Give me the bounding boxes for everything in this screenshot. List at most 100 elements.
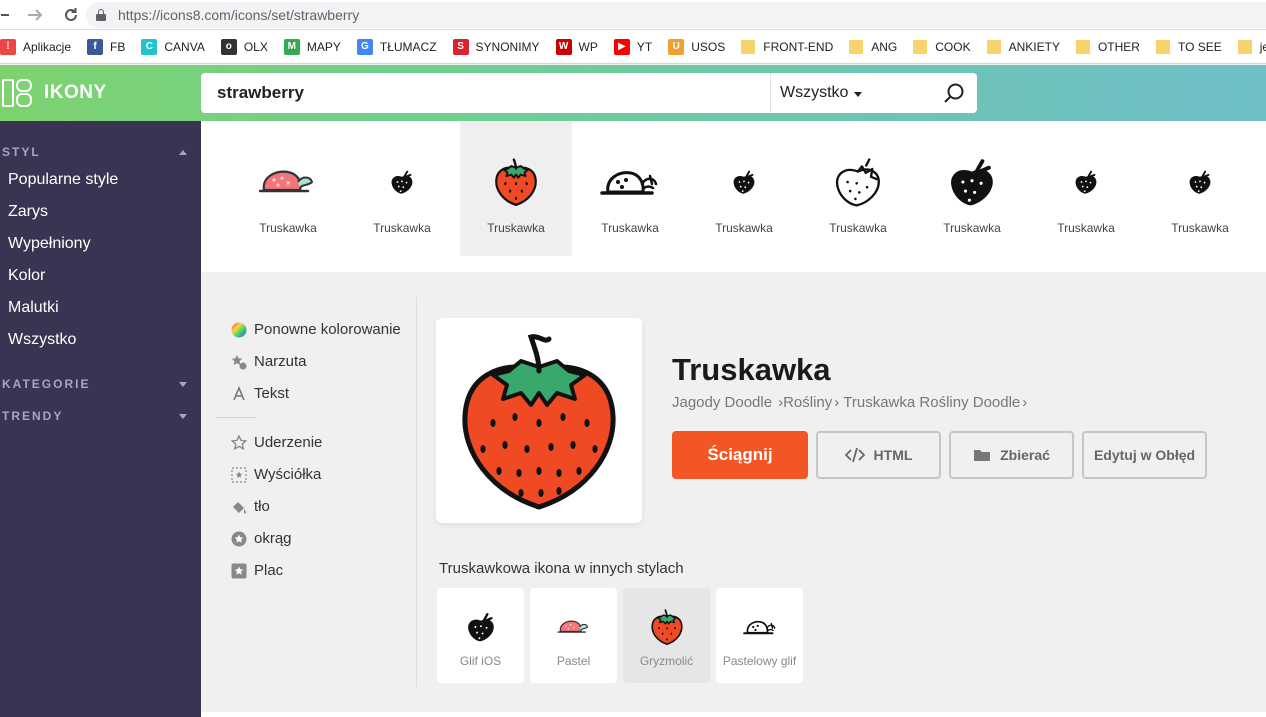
- html-button[interactable]: HTML: [816, 431, 941, 479]
- icon-result-glyph-small[interactable]: Truskawka: [1030, 121, 1142, 256]
- facebook-icon: f: [87, 38, 104, 55]
- icon-result-outline[interactable]: Truskawka: [802, 121, 914, 256]
- style-card-pastel[interactable]: Pastel: [530, 588, 617, 683]
- tool-label: Narzuta: [254, 353, 307, 370]
- sidebar-item[interactable]: Wypełniony: [0, 228, 201, 260]
- style-card-label: Glif iOS: [459, 654, 502, 668]
- bookmark-label: WP: [578, 39, 598, 54]
- other-styles-title: Truskawkowa ikona w innych stylach: [439, 560, 684, 577]
- folder-icon: [913, 39, 928, 54]
- search-input[interactable]: [201, 73, 770, 113]
- sidebar-section-styl[interactable]: STYL: [0, 142, 201, 162]
- sidebar-section-kategorie[interactable]: KATEGORIE: [0, 374, 201, 394]
- icon-result-glyph-small[interactable]: Truskawka: [346, 121, 458, 256]
- tool-color-wheel[interactable]: Ponowne kolorowanie: [231, 321, 401, 338]
- bookmark-other[interactable]: OTHER: [1075, 39, 1140, 54]
- bookmark-to-see[interactable]: TO SEE: [1155, 39, 1222, 54]
- icon-detail-panel: Ponowne kolorowanie Narzuta Tekst Uderzenie…: [201, 272, 1266, 712]
- icon-title: Truskawka: [672, 352, 831, 387]
- bookmark-olx[interactable]: o OLX: [220, 38, 268, 55]
- tool-paint-bucket[interactable]: tło: [231, 498, 270, 515]
- canva-icon: C: [141, 38, 158, 55]
- sidebar-section-label: TRENDY: [2, 409, 64, 423]
- back-icon[interactable]: [0, 0, 14, 30]
- edit-button[interactable]: Edytuj w Obłęd: [1082, 431, 1207, 479]
- tool-label: tło: [254, 498, 270, 515]
- tools-divider: [216, 417, 256, 418]
- sidebar-item[interactable]: Malutki: [0, 292, 201, 324]
- icon-result-doodle[interactable]: Truskawka: [460, 121, 572, 256]
- style-card-pastel-glyph[interactable]: Pastelowy glif: [716, 588, 803, 683]
- breadcrumb-link[interactable]: Truskawka Rośliny Doodle: [843, 394, 1020, 411]
- icon-result-glyph-small[interactable]: Truskawka: [1144, 121, 1256, 256]
- logo[interactable]: IKONY: [0, 65, 201, 121]
- bookmark-cook[interactable]: COOK: [913, 39, 971, 54]
- olx-icon: o: [220, 38, 237, 55]
- tool-label: okrąg: [254, 530, 292, 547]
- filter-select[interactable]: Wszystko: [771, 73, 931, 113]
- bookmark-label: TŁUMACZ: [379, 39, 437, 54]
- bookmark-fb[interactable]: f FB: [87, 38, 125, 55]
- browser-address-bar: https://icons8.com/icons/set/strawberry: [0, 0, 1266, 30]
- icon-result-label: Truskawka: [829, 221, 887, 235]
- bookmark-wp[interactable]: W WP: [555, 38, 598, 55]
- sidebar-item[interactable]: Kolor: [0, 260, 201, 292]
- breadcrumb-link[interactable]: Jagody Doodle: [672, 394, 772, 411]
- bookmark-synonimy[interactable]: S SYNONIMY: [452, 38, 540, 55]
- sidebar-section-trendy[interactable]: TRENDY: [0, 406, 201, 426]
- collect-button[interactable]: Zbierać: [949, 431, 1074, 479]
- bookmark-yt[interactable]: ▶ YT: [613, 38, 653, 55]
- breadcrumb-link[interactable]: Rośliny: [783, 394, 832, 411]
- bookmark-ankiety[interactable]: ANKIETY: [986, 39, 1060, 54]
- icon-result-glyph-large[interactable]: Truskawka: [916, 121, 1028, 256]
- sidebar-item[interactable]: Wszystko: [0, 324, 201, 356]
- tool-text[interactable]: Tekst: [231, 385, 289, 402]
- download-button[interactable]: Ściągnij: [672, 431, 808, 479]
- bookmark-aplikacje[interactable]: ⁞ Aplikacje: [0, 38, 71, 55]
- tool-overlay[interactable]: Narzuta: [231, 353, 307, 370]
- strawberry-icon: [389, 145, 415, 219]
- bookmark-label: YT: [636, 39, 653, 54]
- strawberry-icon: [600, 145, 660, 219]
- forward-icon[interactable]: [20, 0, 50, 30]
- style-card-doodle[interactable]: Gryzmolić: [623, 588, 710, 683]
- icon-result-label: Truskawka: [487, 221, 545, 235]
- url-bar[interactable]: https://icons8.com/icons/set/strawberry: [86, 2, 1266, 28]
- icon-result-glyph-small[interactable]: Truskawka: [688, 121, 800, 256]
- tool-circle-star[interactable]: okrąg: [231, 530, 292, 547]
- apps-grid-icon: ⁞: [0, 38, 16, 55]
- folder-icon: [1075, 39, 1090, 54]
- bookmark-usos[interactable]: U USOS: [668, 38, 725, 55]
- strawberry-doodle-icon: [462, 333, 616, 510]
- logo-icon: [2, 77, 34, 109]
- icon-result-pastel[interactable]: Truskawka: [232, 121, 344, 256]
- color-wheel-icon: [231, 322, 247, 338]
- bookmark-ang[interactable]: ANG: [849, 39, 898, 54]
- sidebar-items: Popularne style Zarys Wypełniony Kolor Malut…: [0, 164, 201, 356]
- style-card-glyph-large[interactable]: Glif iOS: [437, 588, 524, 683]
- bookmark-canva[interactable]: C CANVA: [141, 38, 205, 55]
- html-button-label: HTML: [873, 447, 913, 463]
- bookmark-label: ANG: [871, 39, 898, 54]
- bookmark-label: COOK: [935, 39, 971, 54]
- collect-button-label: Zbierać: [1000, 447, 1050, 463]
- search-button[interactable]: [931, 73, 977, 113]
- icon-result-label: Truskawka: [943, 221, 1001, 235]
- reload-icon[interactable]: [56, 0, 86, 30]
- maps-icon: M: [283, 38, 300, 55]
- bookmark-label: FRONT-END: [763, 39, 834, 54]
- bookmark-jednow[interactable]: jednow: [1237, 39, 1266, 54]
- tool-padding[interactable]: Wyściółka: [231, 466, 321, 483]
- bookmark-mapy[interactable]: M MAPY: [283, 38, 341, 55]
- tool-square-star[interactable]: Plac: [231, 562, 283, 579]
- tool-stroke-star[interactable]: Uderzenie: [231, 434, 322, 451]
- sidebar-item[interactable]: Zarys: [0, 196, 201, 228]
- bookmark-tłumacz[interactable]: G TŁUMACZ: [356, 38, 437, 55]
- strawberry-icon: [465, 604, 497, 650]
- sidebar-item[interactable]: Popularne style: [0, 164, 201, 196]
- breadcrumb: Jagody Doodle › Rośliny › Truskawka Rośliny…: [672, 394, 1031, 411]
- youtube-icon: ▶: [613, 38, 630, 55]
- icon-result-pastel-glyph[interactable]: Truskawka: [574, 121, 686, 256]
- bookmark-front-end[interactable]: FRONT-END: [741, 39, 834, 54]
- tool-label: Plac: [254, 562, 284, 579]
